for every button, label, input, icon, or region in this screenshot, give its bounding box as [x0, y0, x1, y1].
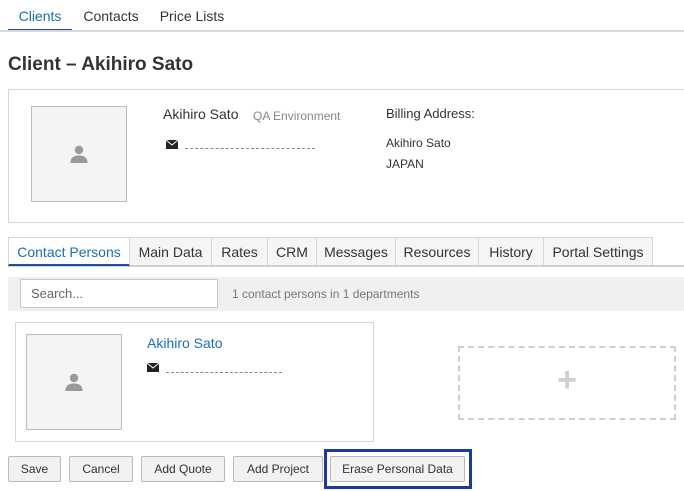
tab-contact-persons[interactable]: Contact Persons: [8, 237, 130, 266]
billing-name: Akihiro Sato: [386, 136, 451, 150]
tab-messages[interactable]: Messages: [316, 237, 396, 265]
search-bar: 1 contact persons in 1 departments: [8, 277, 684, 311]
person-icon: [70, 145, 88, 163]
tab-clients[interactable]: Clients: [8, 0, 72, 32]
tab-crm[interactable]: CRM: [267, 237, 317, 265]
tab-portal-settings[interactable]: Portal Settings: [543, 237, 653, 265]
client-name: Akihiro Sato: [163, 106, 239, 122]
tab-rates[interactable]: Rates: [211, 237, 268, 265]
client-email-empty[interactable]: [185, 148, 315, 149]
contact-email-empty[interactable]: [166, 372, 282, 373]
contact-count-text: 1 contact persons in 1 departments: [232, 287, 420, 301]
client-avatar[interactable]: [31, 106, 127, 202]
erase-personal-data-button[interactable]: Erase Personal Data: [330, 456, 465, 482]
envelope-icon: [166, 140, 178, 149]
contact-avatar[interactable]: [26, 334, 122, 430]
tab-price-lists[interactable]: Price Lists: [156, 0, 228, 31]
billing-country: JAPAN: [386, 157, 424, 171]
add-project-button[interactable]: Add Project: [233, 456, 323, 482]
billing-address-label: Billing Address:: [386, 106, 475, 121]
add-contact-card[interactable]: +: [458, 346, 676, 420]
tab-contacts[interactable]: Contacts: [80, 0, 142, 31]
detail-tabs: Contact Persons Main Data Rates CRM Mess…: [8, 237, 684, 267]
search-input[interactable]: [20, 279, 218, 308]
add-quote-button[interactable]: Add Quote: [141, 456, 225, 482]
page-title: Client – Akihiro Sato: [8, 54, 194, 75]
tab-main-data[interactable]: Main Data: [129, 237, 212, 265]
cancel-button[interactable]: Cancel: [69, 456, 133, 482]
contact-person-card[interactable]: Akihiro Sato: [15, 322, 374, 442]
person-icon: [65, 373, 83, 391]
tab-history[interactable]: History: [478, 237, 544, 265]
envelope-icon: [147, 363, 159, 372]
top-tabs-divider: [0, 30, 684, 32]
client-environment: QA Environment: [253, 109, 341, 123]
save-button[interactable]: Save: [8, 456, 61, 482]
client-summary-card: Akihiro Sato QA Environment Billing Addr…: [8, 89, 684, 223]
contact-name-link[interactable]: Akihiro Sato: [147, 335, 222, 351]
tab-resources[interactable]: Resources: [395, 237, 479, 265]
plus-icon: +: [557, 361, 577, 399]
